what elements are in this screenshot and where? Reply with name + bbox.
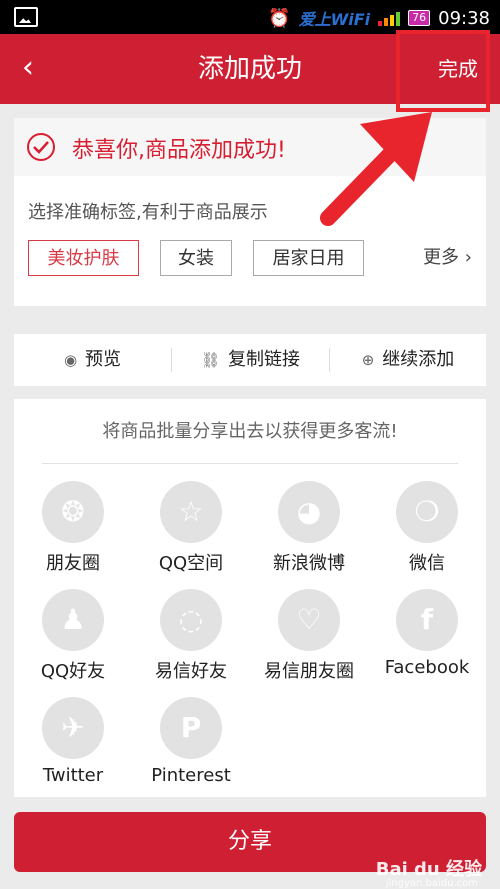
chevron-right-icon: › <box>464 247 472 268</box>
success-banner: 恭喜你,商品添加成功! <box>14 118 486 176</box>
share-label: 微信 <box>409 553 445 574</box>
facebook-icon: f <box>396 589 458 651</box>
alarm-icon: ⏰ <box>268 7 291 29</box>
qq-icon: ♟ <box>42 589 104 651</box>
status-time: 09:38 <box>438 7 490 29</box>
yixin-moments-icon: ♡ <box>278 589 340 651</box>
divider <box>42 463 458 464</box>
share-label: Pinterest <box>151 765 231 786</box>
share-qzone[interactable]: ☆ QQ空间 <box>132 481 250 575</box>
continue-add-button[interactable]: ⊕ 继续添加 <box>330 334 486 386</box>
eye-icon: ◉ <box>63 351 78 369</box>
moments-icon: ❂ <box>42 481 104 543</box>
weibo-icon: ◕ <box>278 481 340 543</box>
status-bar: ⏰ 爱上WiFi 76 09:38 <box>0 0 500 34</box>
continue-add-label: 继续添加 <box>382 349 455 370</box>
share-card: 将商品批量分享出去以获得更多客流! ❂ 朋友圈 ☆ QQ空间 ◕ 新浪微博 ❍ … <box>14 399 486 797</box>
watermark-url: jingyan.baidu.com <box>385 878 478 889</box>
highlight-box <box>396 30 490 112</box>
yixin-icon: ◌ <box>160 589 222 651</box>
more-tags-button[interactable]: 更多 › <box>423 240 472 276</box>
share-facebook[interactable]: f Facebook <box>368 589 486 678</box>
qzone-icon: ☆ <box>160 481 222 543</box>
share-label: QQ空间 <box>158 553 224 574</box>
share-twitter[interactable]: ✈ Twitter <box>14 697 132 786</box>
gallery-icon <box>14 7 38 27</box>
signal-icon <box>378 10 401 26</box>
success-card: 恭喜你,商品添加成功! 选择准确标签,有利于商品展示 美妆护肤 女装 居家日用 … <box>14 118 486 306</box>
copy-link-button[interactable]: ⛓ 复制链接 <box>172 334 329 386</box>
share-label: 新浪微博 <box>273 553 345 574</box>
tag-womens-wear[interactable]: 女装 <box>160 240 232 276</box>
share-yixin-friend[interactable]: ◌ 易信好友 <box>132 589 250 683</box>
share-label: Facebook <box>384 657 470 678</box>
share-label: Twitter <box>42 765 104 786</box>
share-label: 易信朋友圈 <box>264 661 354 682</box>
preview-button[interactable]: ◉ 预览 <box>14 334 171 386</box>
share-label: 易信好友 <box>155 661 227 682</box>
share-tip: 将商品批量分享出去以获得更多客流! <box>102 421 398 442</box>
check-circle-icon <box>27 133 55 161</box>
share-moments[interactable]: ❂ 朋友圈 <box>14 481 132 575</box>
link-icon: ⛓ <box>200 351 221 369</box>
share-weibo[interactable]: ◕ 新浪微博 <box>250 481 368 575</box>
preview-label: 预览 <box>85 349 122 370</box>
tag-home-goods[interactable]: 居家日用 <box>253 240 364 276</box>
copy-link-label: 复制链接 <box>228 349 301 370</box>
share-yixin-moments[interactable]: ♡ 易信朋友圈 <box>250 589 368 683</box>
share-pinterest[interactable]: P Pinterest <box>132 697 250 786</box>
wechat-icon: ❍ <box>396 481 458 543</box>
tag-beauty[interactable]: 美妆护肤 <box>28 240 139 276</box>
more-label: 更多 <box>423 247 460 268</box>
success-message: 恭喜你,商品添加成功! <box>72 138 286 163</box>
share-label: 朋友圈 <box>46 553 100 574</box>
share-wechat[interactable]: ❍ 微信 <box>368 481 486 575</box>
action-bar: ◉ 预览 ⛓ 复制链接 ⊕ 继续添加 <box>14 334 486 386</box>
share-label: QQ好友 <box>40 661 106 682</box>
twitter-icon: ✈ <box>42 697 104 759</box>
carrier-label: 爱上WiFi <box>298 10 371 29</box>
pinterest-icon: P <box>160 697 222 759</box>
battery-badge: 76 <box>408 10 431 26</box>
status-right: ⏰ 爱上WiFi 76 09:38 <box>268 6 490 30</box>
plus-circle-icon: ⊕ <box>361 351 375 369</box>
share-qq-friend[interactable]: ♟ QQ好友 <box>14 589 132 683</box>
tag-tip: 选择准确标签,有利于商品展示 <box>28 202 268 223</box>
